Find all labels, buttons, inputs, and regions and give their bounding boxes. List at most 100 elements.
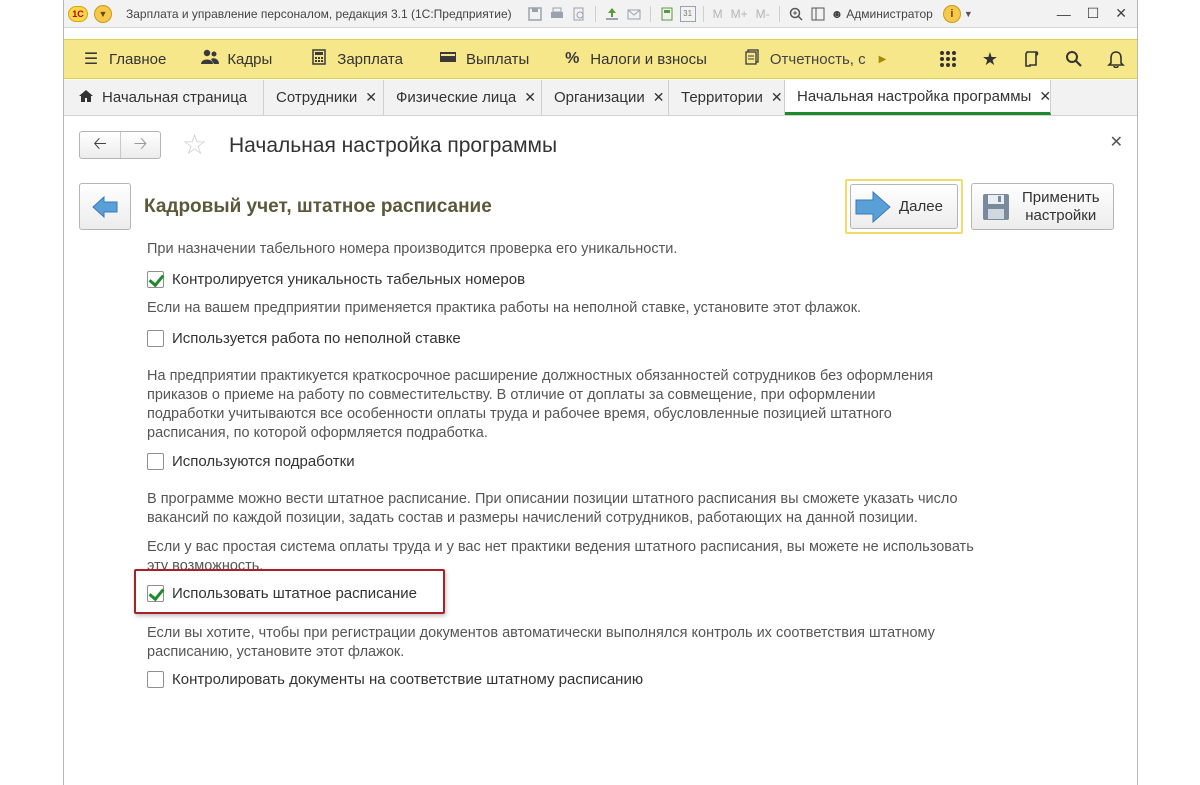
menu-item-hr[interactable]: Кадры (166, 40, 272, 78)
zoom-icon[interactable] (787, 5, 805, 23)
step-title: Кадровый учет, штатное расписание (144, 196, 492, 217)
home-icon (78, 89, 94, 107)
menu-item-label: Отчетность, с (769, 50, 866, 68)
left-arrow-icon (92, 195, 118, 218)
desc-line: вакансий по каждой позиции, задать соста… (147, 510, 918, 526)
main-menu-tools: ★ (927, 40, 1137, 78)
tab-individuals[interactable]: Физические лица ✕ (384, 80, 542, 115)
page-title: Начальная настройка программы (229, 134, 558, 157)
tab-territories[interactable]: Территории ✕ (669, 80, 785, 115)
checkbox[interactable] (147, 329, 164, 347)
menu-scroll-right-icon[interactable]: ▶ (879, 54, 887, 65)
notifications-bell-icon[interactable] (1095, 40, 1137, 78)
search-icon[interactable] (1053, 40, 1095, 78)
print-icon[interactable] (548, 5, 566, 23)
close-tab-icon[interactable]: ✕ (771, 89, 783, 106)
desc-line: На предприятии практикуется краткосрочно… (147, 368, 934, 384)
checkbox[interactable] (147, 670, 164, 688)
close-form-icon[interactable]: ✕ (1110, 132, 1123, 152)
section-desc: В программе можно вести штатное расписан… (147, 490, 958, 528)
close-tab-icon[interactable]: ✕ (524, 89, 536, 106)
menu-item-label: Кадры (227, 50, 273, 68)
section-desc: При назначении табельного номера произво… (147, 241, 678, 257)
tab-label: Территории (681, 89, 763, 106)
checkbox[interactable] (147, 452, 164, 470)
previous-step-button[interactable] (79, 183, 131, 230)
tab-label: Сотрудники (276, 89, 358, 106)
title-bar: 1С ▼ Зарплата и управление персоналом, р… (64, 0, 1137, 28)
preview-icon[interactable] (570, 5, 588, 23)
maximize-icon[interactable]: ☐ (1087, 5, 1100, 22)
hamburger-icon: ☰ (83, 51, 99, 68)
back-arrow-icon[interactable]: 🡠 (80, 132, 120, 158)
right-arrow-icon (855, 190, 891, 223)
upload-icon[interactable] (603, 5, 621, 23)
forward-arrow-icon[interactable]: 🡢 (119, 132, 160, 158)
open-tabs-bar: Начальная страница Сотрудники ✕ Физическ… (64, 80, 1137, 116)
memory-minus-button[interactable]: M- (754, 5, 772, 23)
tab-organizations[interactable]: Организации ✕ (542, 80, 669, 115)
memory-m-button[interactable]: M (711, 5, 725, 23)
desc-line: приказов о приеме на работу по совместит… (147, 387, 876, 403)
desc-line: В программе можно вести штатное расписан… (147, 491, 958, 507)
tab-home[interactable]: Начальная страница (64, 80, 264, 115)
mail-icon[interactable] (625, 5, 643, 23)
section-desc: На предприятии практикуется краткосрочно… (147, 367, 933, 443)
calendar-icon[interactable]: 31 (679, 5, 696, 22)
menu-item-label: Главное (109, 50, 167, 68)
menu-item-reports[interactable]: Отчетность, с ▶ (707, 40, 886, 78)
main-menu-dropdown-icon[interactable]: ▼ (94, 4, 112, 23)
checkbox-label: Используется работа по неполной ставке (172, 329, 461, 347)
info-icon[interactable]: i (942, 4, 961, 23)
section-desc: Если вы хотите, чтобы при регистрации до… (147, 624, 935, 662)
toolbar-separator (778, 5, 780, 22)
close-window-icon[interactable]: ✕ (1115, 5, 1127, 22)
menu-item-salary[interactable]: Зарплата (272, 40, 403, 78)
close-tab-icon[interactable]: ✕ (653, 89, 665, 106)
apply-label-line2: настройки (1025, 206, 1097, 224)
checkbox-unique-numbers[interactable]: Контролируется уникальность табельных но… (147, 269, 525, 289)
panels-icon[interactable] (809, 5, 827, 23)
info-dropdown-icon[interactable]: ▼ (964, 9, 973, 19)
desc-line: подработки учитываются все особенности о… (147, 406, 892, 422)
favorite-star-icon[interactable]: ☆ (182, 128, 207, 162)
checkbox-part-time[interactable]: Используется работа по неполной ставке (147, 328, 461, 348)
main-menu-bar: ☰ Главное Кадры Зарплата Выплаты % Налог… (64, 39, 1137, 79)
menu-item-payments[interactable]: Выплаты (403, 40, 529, 78)
checkbox-control-documents[interactable]: Контролировать документы на соответствие… (147, 669, 643, 689)
memory-plus-button[interactable]: M+ (729, 5, 750, 23)
tab-employees[interactable]: Сотрудники ✕ (264, 80, 384, 115)
next-button[interactable]: Далее (850, 184, 958, 229)
user-icon: ☻ (830, 6, 844, 21)
next-button-focus: Далее (845, 179, 963, 234)
user-name: Администратор (846, 6, 933, 21)
menu-item-label: Зарплата (337, 50, 403, 68)
people-icon (200, 49, 220, 70)
toolbar-separator (702, 5, 704, 22)
calculator-icon[interactable] (658, 5, 676, 23)
save-icon[interactable] (526, 5, 544, 23)
tab-initial-setup[interactable]: Начальная настройка программы ✕ (785, 80, 1051, 115)
report-icon (743, 48, 761, 70)
menu-item-taxes[interactable]: % Налоги и взносы (529, 40, 707, 78)
percent-icon: % (565, 50, 580, 67)
close-tab-icon[interactable]: ✕ (365, 89, 377, 106)
apply-settings-button[interactable]: Применить настройки (971, 183, 1114, 230)
highlight-frame (134, 569, 445, 614)
all-functions-icon[interactable] (927, 40, 969, 78)
tab-label: Начальная настройка программы (797, 87, 1032, 105)
title-toolbar: 31 M M+ M- (526, 5, 827, 23)
minimize-icon[interactable]: — (1057, 6, 1071, 22)
favorites-icon[interactable]: ★ (969, 40, 1011, 78)
desc-line: расписанию, установите этот флажок. (147, 644, 405, 660)
menu-item-main[interactable]: ☰ Главное (64, 40, 166, 78)
user-menu[interactable]: ☻ Администратор (831, 7, 933, 21)
wallet-icon (439, 50, 457, 69)
close-tab-icon[interactable]: ✕ (1039, 88, 1051, 105)
history-icon[interactable] (1011, 40, 1053, 78)
checkbox-side-jobs[interactable]: Используются подработки (147, 451, 355, 471)
tab-label: Физические лица (396, 89, 517, 106)
calculator-icon (310, 48, 328, 70)
toolbar-separator (594, 5, 596, 22)
checkbox[interactable] (147, 270, 164, 288)
